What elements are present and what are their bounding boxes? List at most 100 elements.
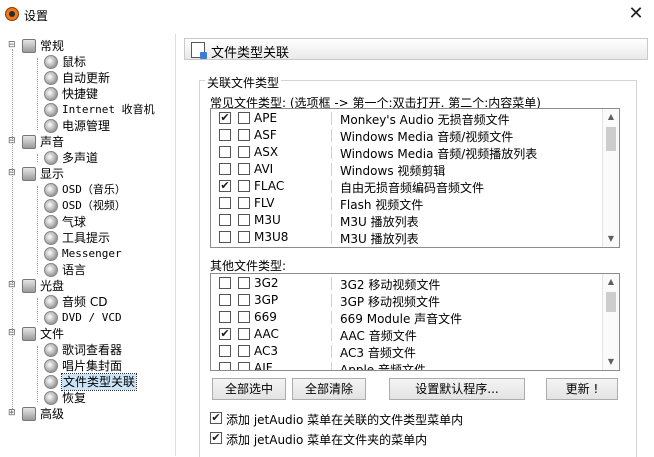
double-click-open-checkbox[interactable] xyxy=(219,197,231,209)
clear-all-button[interactable]: 全部清除 xyxy=(292,378,366,400)
scroll-thumb[interactable] xyxy=(606,292,616,312)
file-extension: FLAC xyxy=(254,179,285,193)
tree-item-power[interactable]: 电源管理 xyxy=(44,118,110,134)
context-menu-checkbox[interactable] xyxy=(238,345,250,357)
file-type-row[interactable]: FLV Flash 视频文件 xyxy=(211,195,603,212)
panel-header: 文件类型关联 xyxy=(184,38,648,61)
tree-item-tooltips[interactable]: 工具提示 xyxy=(44,230,110,246)
tree-item-audio-cd[interactable]: 音频 CD xyxy=(44,294,107,310)
tree-item-mouse[interactable]: 鼠标 xyxy=(44,54,86,70)
file-type-row[interactable]: ✔ FLAC 自由无损音频编码音频文件 xyxy=(211,178,603,195)
tree-item-language[interactable]: 语言 xyxy=(44,262,86,278)
common-list-scrollbar[interactable]: ▲ ▼ xyxy=(602,109,619,247)
column-divider xyxy=(331,328,332,341)
tree-item-restore[interactable]: 恢复 xyxy=(44,390,86,406)
option-checkbox[interactable]: ✔ xyxy=(210,432,222,444)
tree-item-internet-radio[interactable]: Internet 收音机 xyxy=(44,102,155,118)
context-menu-checkbox[interactable] xyxy=(238,197,250,209)
monitor-icon xyxy=(22,167,36,181)
context-menu-checkbox[interactable] xyxy=(238,180,250,192)
file-description: Windows Media 音频/视频文件 xyxy=(340,130,514,144)
scroll-down-icon[interactable]: ▼ xyxy=(603,354,619,370)
tree-item-osd-music[interactable]: OSD（音乐） xyxy=(44,182,126,198)
set-default-programs-button[interactable]: 设置默认程序... xyxy=(389,378,525,400)
tree-item-file-associations[interactable]: 文件类型关联 xyxy=(44,373,138,391)
close-button[interactable]: ✕ xyxy=(624,3,648,25)
context-menu-checkbox[interactable] xyxy=(238,112,250,124)
file-type-row[interactable]: 669 669 Module 声音文件 xyxy=(211,309,603,326)
tree-item-auto-update[interactable]: 自动更新 xyxy=(44,70,110,86)
double-click-open-checkbox[interactable] xyxy=(219,146,231,158)
file-type-row[interactable]: M3U M3U 播放列表 xyxy=(211,212,603,229)
tree-item-dvd-vcd[interactable]: DVD / VCD xyxy=(44,310,122,326)
double-click-open-checkbox[interactable] xyxy=(219,311,231,323)
context-menu-checkbox[interactable] xyxy=(238,294,250,306)
context-menu-checkbox[interactable] xyxy=(238,146,250,158)
tree-item-multichannel[interactable]: 多声道 xyxy=(44,150,98,166)
file-type-row[interactable]: ASX Windows Media 音频/视频播放列表 xyxy=(211,144,603,161)
tree-item-files[interactable]: ⊟ 文件 xyxy=(8,326,64,342)
file-type-row[interactable]: ASF Windows Media 音频/视频文件 xyxy=(211,127,603,144)
column-divider xyxy=(331,294,332,307)
tree-item-lyrics-viewer[interactable]: 歌词查看器 xyxy=(44,342,122,358)
tree-item-sound[interactable]: ⊟ 声音 xyxy=(8,134,64,150)
collapse-icon[interactable]: ⊟ xyxy=(8,41,17,50)
expand-icon[interactable]: ⊞ xyxy=(8,409,17,418)
file-type-row[interactable]: ✔ APE Monkey's Audio 无损音频文件 xyxy=(211,110,603,127)
tree-item-hotkeys[interactable]: 快捷键 xyxy=(44,86,98,102)
common-file-types-list[interactable]: ✔ APE Monkey's Audio 无损音频文件 ASF Windows Medi… xyxy=(210,108,620,248)
tree-item-display[interactable]: ⊟ 显示 xyxy=(8,166,64,182)
collapse-icon[interactable]: ⊟ xyxy=(8,169,17,178)
select-all-button[interactable]: 全部选中 xyxy=(212,378,286,400)
scroll-down-icon[interactable]: ▼ xyxy=(603,231,619,247)
file-type-row[interactable]: M3U8 M3U 播放列表 xyxy=(211,229,603,246)
tree-item-osd-video[interactable]: OSD（视频） xyxy=(44,198,126,214)
double-click-open-checkbox[interactable] xyxy=(219,214,231,226)
tree-item-balloon[interactable]: 气球 xyxy=(44,214,86,230)
tree-item-disc[interactable]: ⊟ 光盘 xyxy=(8,278,64,294)
update-button[interactable]: 更新 ! xyxy=(546,378,618,400)
other-list-scrollbar[interactable]: ▲ ▼ xyxy=(602,274,619,370)
double-click-open-checkbox[interactable]: ✔ xyxy=(219,112,231,124)
double-click-open-checkbox[interactable] xyxy=(219,362,231,370)
collapse-icon[interactable]: ⊟ xyxy=(8,329,17,338)
file-type-row[interactable]: 3G2 3G2 移动视频文件 xyxy=(211,275,603,292)
file-extension: M3U8 xyxy=(254,230,289,244)
scroll-up-icon[interactable]: ▲ xyxy=(603,109,619,125)
tree-item-messenger[interactable]: Messenger xyxy=(44,246,122,262)
file-type-row[interactable]: AIF Apple 音频文件 xyxy=(211,360,603,370)
other-file-types-list[interactable]: 3G2 3G2 移动视频文件 3GP 3GP 移动视频文件 669 669 Module … xyxy=(210,273,620,371)
file-type-row[interactable]: AVI Windows 视频剪辑 xyxy=(211,161,603,178)
pen-icon xyxy=(44,343,58,357)
context-menu-checkbox[interactable] xyxy=(238,362,250,370)
context-menu-checkbox[interactable] xyxy=(238,129,250,141)
tree-guide-line xyxy=(37,154,38,162)
scroll-thumb[interactable] xyxy=(606,127,616,151)
collapse-icon[interactable]: ⊟ xyxy=(8,137,17,146)
double-click-open-checkbox[interactable] xyxy=(219,345,231,357)
tree-item-album-art[interactable]: 唱片集封面 xyxy=(44,358,122,374)
file-type-row[interactable]: 3GP 3GP 移动视频文件 xyxy=(211,292,603,309)
context-menu-checkbox[interactable] xyxy=(238,214,250,226)
column-divider xyxy=(331,311,332,324)
context-menu-checkbox[interactable] xyxy=(238,231,250,243)
context-menu-checkbox[interactable] xyxy=(238,163,250,175)
context-menu-checkbox[interactable] xyxy=(238,328,250,340)
double-click-open-checkbox[interactable] xyxy=(219,129,231,141)
tree-item-general[interactable]: ⊟ 常规 xyxy=(8,38,64,54)
context-menu-checkbox[interactable] xyxy=(238,311,250,323)
column-divider xyxy=(331,129,332,142)
double-click-open-checkbox[interactable]: ✔ xyxy=(219,180,231,192)
double-click-open-checkbox[interactable] xyxy=(219,277,231,289)
double-click-open-checkbox[interactable] xyxy=(219,231,231,243)
tree-item-advanced[interactable]: ⊞ 高级 xyxy=(8,406,64,422)
file-type-row[interactable]: AC3 AC3 音频文件 xyxy=(211,343,603,360)
file-type-row[interactable]: ✔ AAC AAC 音频文件 xyxy=(211,326,603,343)
option-checkbox[interactable]: ✔ xyxy=(210,412,222,424)
context-menu-checkbox[interactable] xyxy=(238,277,250,289)
scroll-up-icon[interactable]: ▲ xyxy=(603,274,619,290)
double-click-open-checkbox[interactable] xyxy=(219,163,231,175)
double-click-open-checkbox[interactable]: ✔ xyxy=(219,328,231,340)
double-click-open-checkbox[interactable] xyxy=(219,294,231,306)
collapse-icon[interactable]: ⊟ xyxy=(8,281,17,290)
